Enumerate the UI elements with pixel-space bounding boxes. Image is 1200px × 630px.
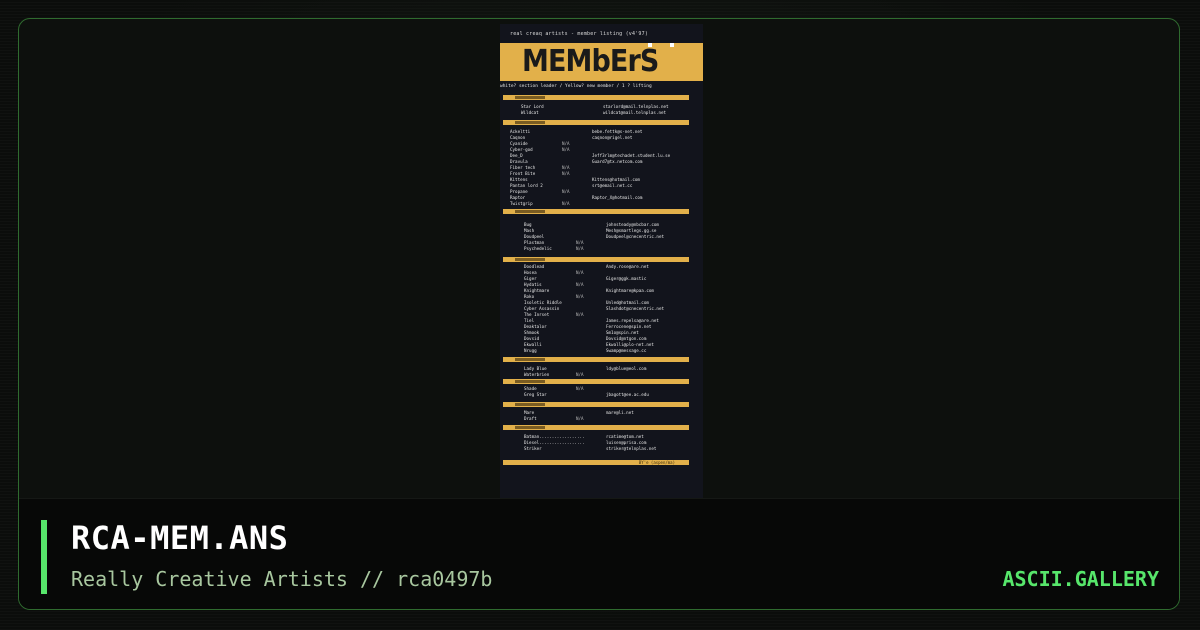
section-header-bar	[503, 120, 689, 125]
member-name: Nrugg	[524, 348, 537, 353]
member-status: N/A	[576, 372, 584, 377]
section-header-bar	[503, 379, 689, 384]
card-frame: real creaq artists - member listing (v4'…	[18, 18, 1180, 610]
member-email: Guard7@tx.netcom.com	[592, 159, 643, 164]
section-header-bar	[503, 357, 689, 362]
member-email: striker@telnplas.net	[606, 446, 657, 451]
member-email: Giger@ggk.mastic	[606, 276, 647, 281]
section-header-bar	[503, 402, 689, 407]
member-status: N/A	[562, 171, 570, 176]
member-listing: Star Lord starlord@mail.telnplas.net Wildc…	[500, 24, 703, 502]
member-email: wildcat@mail.telnplas.net	[603, 110, 667, 115]
brand-label[interactable]: ASCII.GALLERY	[1002, 567, 1159, 591]
member-status: N/A	[576, 416, 584, 421]
file-subtitle: Really Creative Artists // rca0497b	[71, 567, 493, 591]
member-name: Wildcat	[521, 110, 539, 115]
section-header-bar	[503, 257, 689, 262]
member-email: Slashdot@cnecentric.net	[606, 306, 664, 311]
member-status: N/A	[576, 386, 584, 391]
ansi-art-preview: real creaq artists - member listing (v4'…	[500, 24, 703, 502]
member-email: Knightmare@kpaa.com	[606, 288, 654, 293]
member-name: Striker	[524, 446, 542, 451]
member-name: Greg Star	[524, 392, 547, 397]
member-email: caqnon@rigel.net	[592, 135, 633, 140]
member-email: Raptor_X@hotmail.com	[592, 195, 643, 200]
member-email: srt@email.net.cc	[592, 183, 633, 188]
member-name: Twistgrip	[510, 201, 533, 206]
file-title: RCA-MEM.ANS	[71, 519, 289, 557]
art-footer-bar: BY'e (aspen/ma)	[503, 460, 689, 465]
member-status: N/A	[576, 270, 584, 275]
member-email: jbagott@ee.ac.edu	[606, 392, 649, 397]
member-status: N/A	[576, 246, 584, 251]
member-email: Andy.rose@are.net	[606, 264, 649, 269]
member-email: Swamp@message.cc	[606, 348, 647, 353]
member-email: ldy@blue@eol.com	[606, 366, 647, 371]
member-email: mare@li.net	[606, 410, 634, 415]
member-name: Psychedelic	[524, 246, 552, 251]
member-name: Draft	[524, 416, 537, 421]
member-status: N/A	[562, 147, 570, 152]
member-status: N/A	[576, 282, 584, 287]
member-status: N/A	[576, 312, 584, 317]
accent-stripe	[41, 520, 47, 594]
section-header-bar	[503, 425, 689, 430]
section-header-bar	[503, 95, 689, 100]
section-header-bar	[503, 209, 689, 214]
member-status: N/A	[562, 189, 570, 194]
member-email: Doudpeel@cnecentric.net	[606, 234, 664, 239]
member-name: Waterbrien	[524, 372, 550, 377]
member-status: N/A	[576, 294, 584, 299]
caption-bar: RCA-MEM.ANS Really Creative Artists // r…	[19, 498, 1179, 609]
art-footer-text: BY'e (aspen/ma)	[638, 460, 675, 465]
member-status: N/A	[562, 201, 570, 206]
